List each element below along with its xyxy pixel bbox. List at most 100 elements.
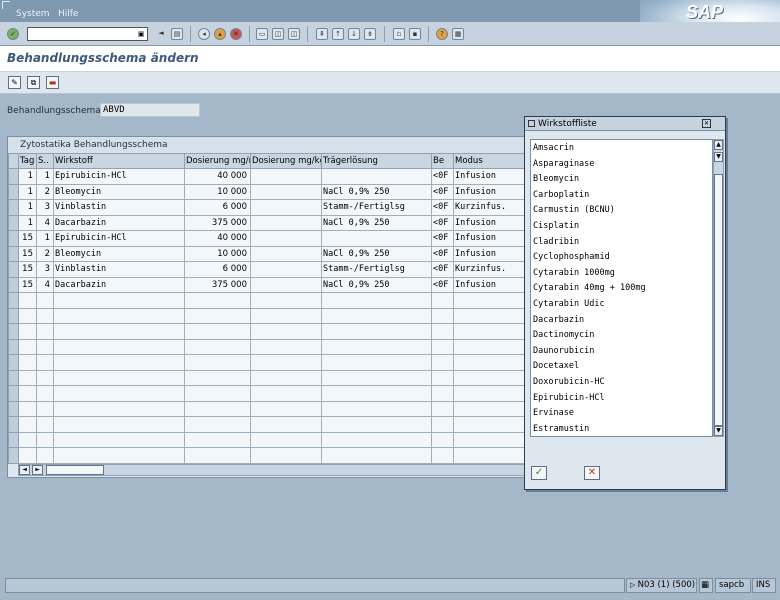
cell-modus[interactable] (453, 369, 527, 386)
cell-dosierung-kg[interactable] (250, 400, 322, 417)
cell-wirkstoff[interactable] (53, 385, 185, 402)
edit-icon[interactable]: ✎ (8, 76, 21, 89)
cell-wirkstoff[interactable] (53, 338, 185, 355)
cell-traegerloesung[interactable] (321, 447, 432, 464)
row-selector[interactable] (8, 168, 19, 185)
cell-sequence[interactable]: 3 (36, 199, 54, 216)
cell-sequence[interactable]: 2 (36, 245, 54, 262)
cell-tag[interactable]: 15 (18, 230, 37, 247)
cell-modus[interactable] (453, 385, 527, 402)
header-dosierung-kg[interactable]: Dosierung mg/kg (250, 153, 322, 169)
cell-be[interactable]: <0F (431, 199, 454, 216)
cell-traegerloesung[interactable] (321, 230, 432, 247)
scroll-left-icon[interactable]: ◄ (19, 465, 30, 475)
cell-modus[interactable]: Infusion (453, 168, 527, 185)
cell-traegerloesung[interactable]: NaCl 0,9% 250 (321, 214, 432, 231)
list-item[interactable]: Cytarabin 40mg + 100mg (531, 280, 712, 296)
cell-wirkstoff[interactable]: Vinblastin (53, 199, 185, 216)
cell-sequence[interactable] (36, 307, 54, 324)
cell-dosierung-kg[interactable] (250, 261, 322, 278)
cell-sequence[interactable] (36, 447, 54, 464)
row-selector[interactable] (8, 230, 19, 247)
cell-tag[interactable] (18, 385, 37, 402)
back-arrow-icon[interactable]: ◄ (155, 28, 167, 40)
save-icon[interactable]: ▤ (171, 28, 183, 40)
cell-traegerloesung[interactable] (321, 354, 432, 371)
row-selector[interactable] (8, 431, 19, 448)
cell-sequence[interactable] (36, 338, 54, 355)
cell-dosierung-kg[interactable] (250, 385, 322, 402)
cell-sequence[interactable] (36, 292, 54, 309)
popup-close-icon[interactable]: ✕ (702, 119, 711, 128)
list-item[interactable]: Dacarbazin (531, 312, 712, 328)
cell-dosierung-kg[interactable] (250, 199, 322, 216)
previous-page-icon[interactable]: ↑ (332, 28, 344, 40)
cell-dosierung-kg[interactable] (250, 338, 322, 355)
layout-menu-icon[interactable]: ▦ (452, 28, 464, 40)
exit-icon[interactable]: ▴ (214, 28, 226, 40)
cell-sequence[interactable]: 3 (36, 261, 54, 278)
cell-wirkstoff[interactable] (53, 416, 185, 433)
cell-dosierung-m2[interactable] (184, 447, 251, 464)
list-item[interactable]: Amsacrin (531, 140, 712, 156)
cell-dosierung-kg[interactable] (250, 245, 322, 262)
cell-dosierung-m2[interactable]: 6 000 (184, 261, 251, 278)
cell-dosierung-m2[interactable] (184, 385, 251, 402)
cell-tag[interactable] (18, 369, 37, 386)
copy-icon[interactable]: ⧉ (27, 76, 40, 89)
cell-modus[interactable] (453, 323, 527, 340)
cancel-icon[interactable]: ✕ (230, 28, 242, 40)
cell-be[interactable] (431, 323, 454, 340)
cell-sequence[interactable] (36, 323, 54, 340)
cell-be[interactable]: <0F (431, 245, 454, 262)
cell-traegerloesung[interactable]: NaCl 0,9% 250 (321, 183, 432, 200)
row-selector[interactable] (8, 354, 19, 371)
header-tag[interactable]: Tag (18, 153, 37, 169)
cell-dosierung-m2[interactable] (184, 338, 251, 355)
cell-tag[interactable]: 15 (18, 276, 37, 293)
header-wirkstoff[interactable]: Wirkstoff (53, 153, 185, 169)
cell-dosierung-kg[interactable] (250, 416, 322, 433)
row-selector[interactable] (8, 276, 19, 293)
list-item[interactable]: Epirubicin-HCl (531, 390, 712, 406)
header-sequence[interactable]: S.. (36, 153, 54, 169)
cell-tag[interactable]: 15 (18, 245, 37, 262)
cell-be[interactable]: <0F (431, 276, 454, 293)
cell-be[interactable]: <0F (431, 183, 454, 200)
cell-be[interactable] (431, 447, 454, 464)
cell-sequence[interactable] (36, 354, 54, 371)
cell-wirkstoff[interactable]: Vinblastin (53, 261, 185, 278)
cell-be[interactable] (431, 416, 454, 433)
row-selector[interactable] (8, 400, 19, 417)
header-modus[interactable]: Modus (453, 153, 527, 169)
command-dropdown-icon[interactable]: ▣ (136, 29, 146, 39)
list-item[interactable]: Daunorubicin (531, 343, 712, 359)
cell-modus[interactable] (453, 307, 527, 324)
cell-modus[interactable] (453, 400, 527, 417)
cell-wirkstoff[interactable] (53, 292, 185, 309)
list-item[interactable]: Cytarabin Udic (531, 296, 712, 312)
cell-sequence[interactable]: 4 (36, 214, 54, 231)
cell-modus[interactable] (453, 431, 527, 448)
cell-dosierung-kg[interactable] (250, 307, 322, 324)
cell-dosierung-m2[interactable] (184, 354, 251, 371)
cell-sequence[interactable] (36, 400, 54, 417)
cell-tag[interactable] (18, 354, 37, 371)
row-selector[interactable] (8, 447, 19, 464)
list-item[interactable]: Carboplatin (531, 187, 712, 203)
cell-dosierung-m2[interactable] (184, 400, 251, 417)
cell-modus[interactable]: Kurzinfus. (453, 199, 527, 216)
cell-tag[interactable] (18, 400, 37, 417)
cell-modus[interactable]: Infusion (453, 230, 527, 247)
cell-wirkstoff[interactable]: Dacarbazin (53, 276, 185, 293)
row-selector[interactable] (8, 416, 19, 433)
cell-be[interactable]: <0F (431, 214, 454, 231)
find-icon[interactable]: ◫ (272, 28, 284, 40)
cell-wirkstoff[interactable] (53, 431, 185, 448)
cell-modus[interactable] (453, 338, 527, 355)
cell-sequence[interactable]: 4 (36, 276, 54, 293)
cell-dosierung-m2[interactable]: 40 000 (184, 230, 251, 247)
cell-be[interactable] (431, 292, 454, 309)
cell-wirkstoff[interactable]: Bleomycin (53, 183, 185, 200)
cell-dosierung-kg[interactable] (250, 447, 322, 464)
